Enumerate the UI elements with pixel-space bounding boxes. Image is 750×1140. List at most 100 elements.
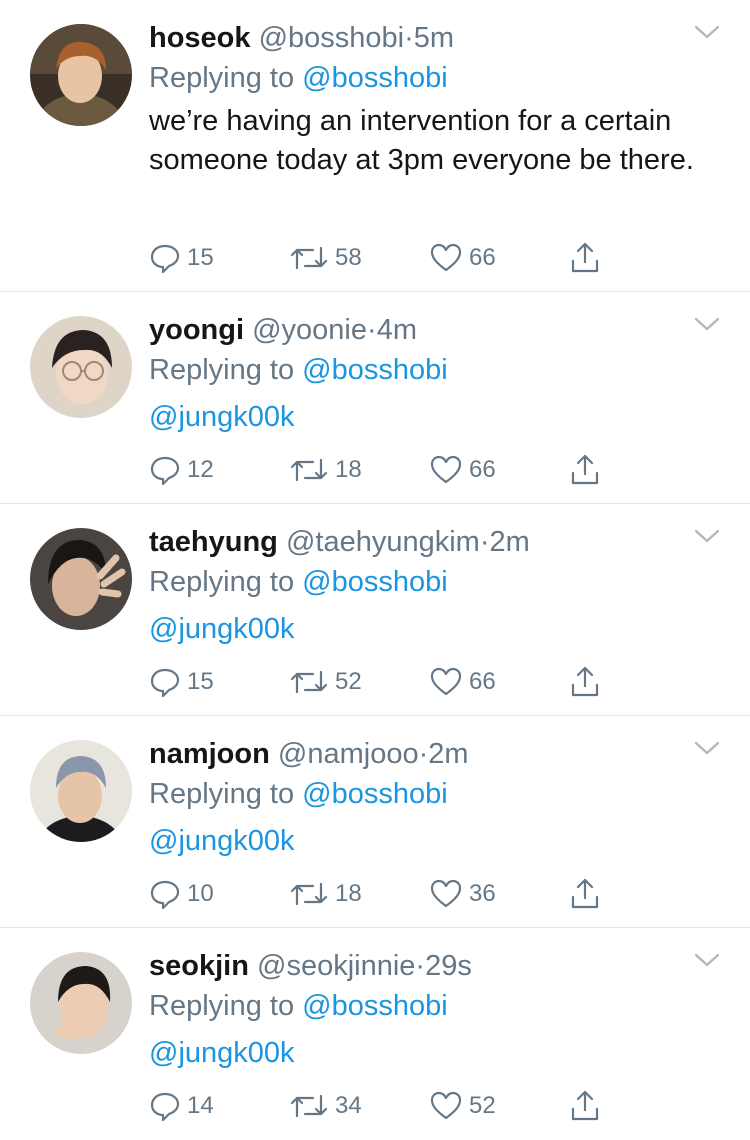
reply-count: 14 xyxy=(187,1092,214,1119)
chevron-down-icon[interactable] xyxy=(694,528,720,544)
user-handle[interactable]: @yoonie xyxy=(252,314,367,346)
reply-action[interactable]: 10 xyxy=(149,878,289,910)
heart-outline-icon xyxy=(430,455,462,484)
tweet-actions: 15 52 66 xyxy=(149,662,720,702)
tweet[interactable]: yoongi @yoonie·4m Replying to @bosshobi … xyxy=(0,292,750,504)
retweet-count: 18 xyxy=(335,456,362,483)
user-handle[interactable]: @namjooo xyxy=(278,738,419,770)
share-action[interactable] xyxy=(569,453,709,487)
heart-outline-icon xyxy=(430,1091,462,1120)
heart-outline-icon xyxy=(430,667,462,696)
avatar[interactable] xyxy=(30,952,132,1054)
replying-to-line: Replying to @bosshobi xyxy=(149,774,720,814)
timestamp[interactable]: 29s xyxy=(425,950,472,982)
timestamp[interactable]: 5m xyxy=(414,22,454,54)
like-action[interactable]: 36 xyxy=(429,878,569,910)
user-handle[interactable]: @taehyungkim xyxy=(286,526,480,558)
retweet-action[interactable]: 34 xyxy=(289,1090,429,1122)
speech-bubble-icon xyxy=(150,880,180,910)
reply-action[interactable]: 14 xyxy=(149,1090,289,1122)
user-handle[interactable]: @bosshobi xyxy=(259,22,405,54)
timestamp[interactable]: 2m xyxy=(490,526,530,558)
tweet-text-mention[interactable]: @jungk00k xyxy=(149,610,709,649)
replying-to-mention[interactable]: @bosshobi xyxy=(302,62,448,94)
reply-count: 12 xyxy=(187,456,214,483)
retweet-arrows-icon xyxy=(290,882,328,906)
tweet-text-mention[interactable]: @jungk00k xyxy=(149,822,709,861)
like-count: 66 xyxy=(469,456,496,483)
chevron-down-icon[interactable] xyxy=(694,740,720,756)
replying-to-mention[interactable]: @bosshobi xyxy=(302,354,448,386)
retweet-arrows-icon xyxy=(290,458,328,482)
reply-count: 10 xyxy=(187,880,214,907)
reply-action[interactable]: 15 xyxy=(149,666,289,698)
reply-action[interactable]: 12 xyxy=(149,454,289,486)
retweet-arrows-icon xyxy=(290,670,328,694)
retweet-action[interactable]: 58 xyxy=(289,242,429,274)
display-name[interactable]: hoseok xyxy=(149,22,251,54)
retweet-count: 52 xyxy=(335,668,362,695)
separator-dot: · xyxy=(415,950,426,982)
display-name[interactable]: taehyung xyxy=(149,526,278,558)
reply-action[interactable]: 15 xyxy=(149,242,289,274)
retweet-arrows-icon xyxy=(290,1094,328,1118)
share-action[interactable] xyxy=(569,877,709,911)
chevron-down-icon[interactable] xyxy=(694,24,720,40)
user-handle[interactable]: @seokjinnie xyxy=(257,950,415,982)
replying-to-line: Replying to @bosshobi xyxy=(149,58,720,98)
tweet-text-mention[interactable]: @jungk00k xyxy=(149,1034,709,1073)
speech-bubble-icon xyxy=(150,1092,180,1122)
tweet-actions: 12 18 66 xyxy=(149,450,720,490)
replying-to-label: Replying to xyxy=(149,778,295,810)
share-action[interactable] xyxy=(569,241,709,275)
heart-outline-icon xyxy=(430,879,462,908)
share-upload-icon xyxy=(571,878,599,909)
replying-to-line: Replying to @bosshobi xyxy=(149,562,720,602)
reply-count: 15 xyxy=(187,244,214,271)
share-upload-icon xyxy=(571,1090,599,1121)
tweet[interactable]: seokjin @seokjinnie·29s Replying to @bos… xyxy=(0,928,750,1140)
separator-dot: · xyxy=(404,22,414,54)
tweet-text: we’re having an intervention for a certa… xyxy=(149,105,694,176)
replying-to-mention[interactable]: @bosshobi xyxy=(302,566,448,598)
like-action[interactable]: 66 xyxy=(429,454,569,486)
tweet[interactable]: taehyung @taehyungkim·2m Replying to @bo… xyxy=(0,504,750,716)
avatar[interactable] xyxy=(30,316,132,418)
replying-to-mention[interactable]: @bosshobi xyxy=(302,778,448,810)
replying-to-label: Replying to xyxy=(149,990,295,1022)
tweet[interactable]: namjoon @namjooo·2m Replying to @bosshob… xyxy=(0,716,750,928)
replying-to-label: Replying to xyxy=(149,566,295,598)
timeline: hoseok @bosshobi·5m Replying to @bosshob… xyxy=(0,0,750,1140)
display-name[interactable]: yoongi xyxy=(149,314,244,346)
timestamp[interactable]: 4m xyxy=(377,314,417,346)
retweet-count: 18 xyxy=(335,880,362,907)
heart-outline-icon xyxy=(430,243,462,272)
like-count: 36 xyxy=(469,880,496,907)
chevron-down-icon[interactable] xyxy=(694,952,720,968)
avatar[interactable] xyxy=(30,528,132,630)
share-upload-icon xyxy=(571,242,599,273)
replying-to-label: Replying to xyxy=(149,62,295,94)
like-count: 66 xyxy=(469,668,496,695)
retweet-count: 58 xyxy=(335,244,362,271)
tweet-actions: 15 58 66 xyxy=(149,238,720,278)
avatar[interactable] xyxy=(30,24,132,126)
chevron-down-icon[interactable] xyxy=(694,316,720,332)
tweet-text-mention[interactable]: @jungk00k xyxy=(149,398,709,437)
retweet-action[interactable]: 18 xyxy=(289,454,429,486)
replying-to-mention[interactable]: @bosshobi xyxy=(302,990,448,1022)
retweet-action[interactable]: 52 xyxy=(289,666,429,698)
timestamp[interactable]: 2m xyxy=(428,738,468,770)
replying-to-line: Replying to @bosshobi xyxy=(149,986,720,1026)
share-action[interactable] xyxy=(569,665,709,699)
retweet-action[interactable]: 18 xyxy=(289,878,429,910)
like-action[interactable]: 66 xyxy=(429,666,569,698)
display-name[interactable]: seokjin xyxy=(149,950,249,982)
tweet[interactable]: hoseok @bosshobi·5m Replying to @bosshob… xyxy=(0,0,750,292)
avatar[interactable] xyxy=(30,740,132,842)
display-name[interactable]: namjoon xyxy=(149,738,270,770)
share-action[interactable] xyxy=(569,1089,709,1123)
like-action[interactable]: 52 xyxy=(429,1090,569,1122)
like-action[interactable]: 66 xyxy=(429,242,569,274)
retweet-count: 34 xyxy=(335,1092,362,1119)
